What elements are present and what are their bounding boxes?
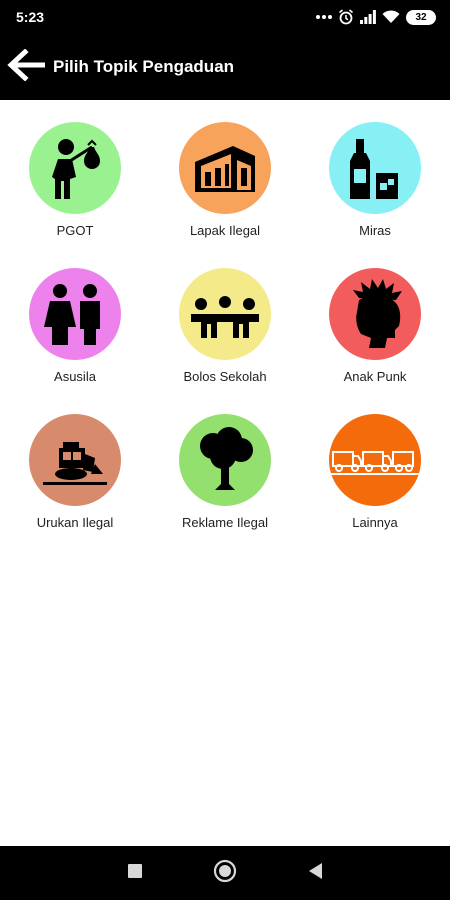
topic-circle [179,122,271,214]
topic-label: Reklame Ilegal [182,515,268,530]
topic-item-pgot[interactable]: PGOT [0,122,150,238]
couple-icon [40,279,110,349]
topic-item-anak-punk[interactable]: Anak Punk [300,268,450,384]
signal-icon [360,10,376,24]
back-button[interactable] [0,34,52,100]
bulldozer-icon [39,424,111,496]
home-button[interactable] [205,853,245,893]
stall-icon [189,132,261,204]
topic-item-urukan-ilegal[interactable]: Urukan Ilegal [0,414,150,530]
topic-grid: PGOT Lapak Ilegal Miras Asusila Bolos Se… [0,122,450,530]
topic-label: Lainnya [352,515,398,530]
topic-circle [29,414,121,506]
topic-circle [179,414,271,506]
wifi-icon [382,10,400,24]
topic-label: Anak Punk [343,369,407,384]
trucks-icon [331,440,419,480]
navigation-bar [0,846,450,900]
vagrant-icon [40,133,110,203]
topic-circle [29,122,121,214]
topic-circle [329,268,421,360]
topic-item-miras[interactable]: Miras [300,122,450,238]
status-bar: 5:23 32 [0,0,450,34]
topic-label: Urukan Ilegal [36,515,114,530]
topic-label: Asusila [54,369,96,384]
topic-circle [329,414,421,506]
dots-icon [316,14,332,20]
app-bar: Pilih Topik Pengaduan [0,34,450,100]
home-circle-icon [213,859,237,888]
liquor-icon [340,133,410,203]
topic-label: PGOT [56,223,94,238]
topic-item-lainnya[interactable]: Lainnya [300,414,450,530]
children-icon [187,284,263,344]
status-icons: 32 [316,9,436,25]
topic-item-reklame-ilegal[interactable]: Reklame Ilegal [150,414,300,530]
battery-icon: 32 [406,9,436,25]
topic-label: Miras [359,223,391,238]
arrow-left-icon [7,47,46,86]
page-title: Pilih Topik Pengaduan [53,57,235,76]
back-nav-button[interactable] [295,853,335,893]
topic-item-lapak-ilegal[interactable]: Lapak Ilegal [150,122,300,238]
topic-item-bolos-sekolah[interactable]: Bolos Sekolah [150,268,300,384]
topic-circle [29,268,121,360]
status-time: 5:23 [16,9,45,25]
recents-button[interactable] [115,853,155,893]
topic-item-asusila[interactable]: Asusila [0,268,150,384]
topic-label: Lapak Ilegal [189,223,261,238]
tree-icon [189,424,261,496]
topic-circle [179,268,271,360]
topic-circle [329,122,421,214]
recents-square-icon [127,863,143,884]
topic-label: Bolos Sekolah [183,369,267,384]
back-triangle-icon [307,862,323,885]
punk-icon [339,278,411,350]
alarm-icon [338,9,354,25]
